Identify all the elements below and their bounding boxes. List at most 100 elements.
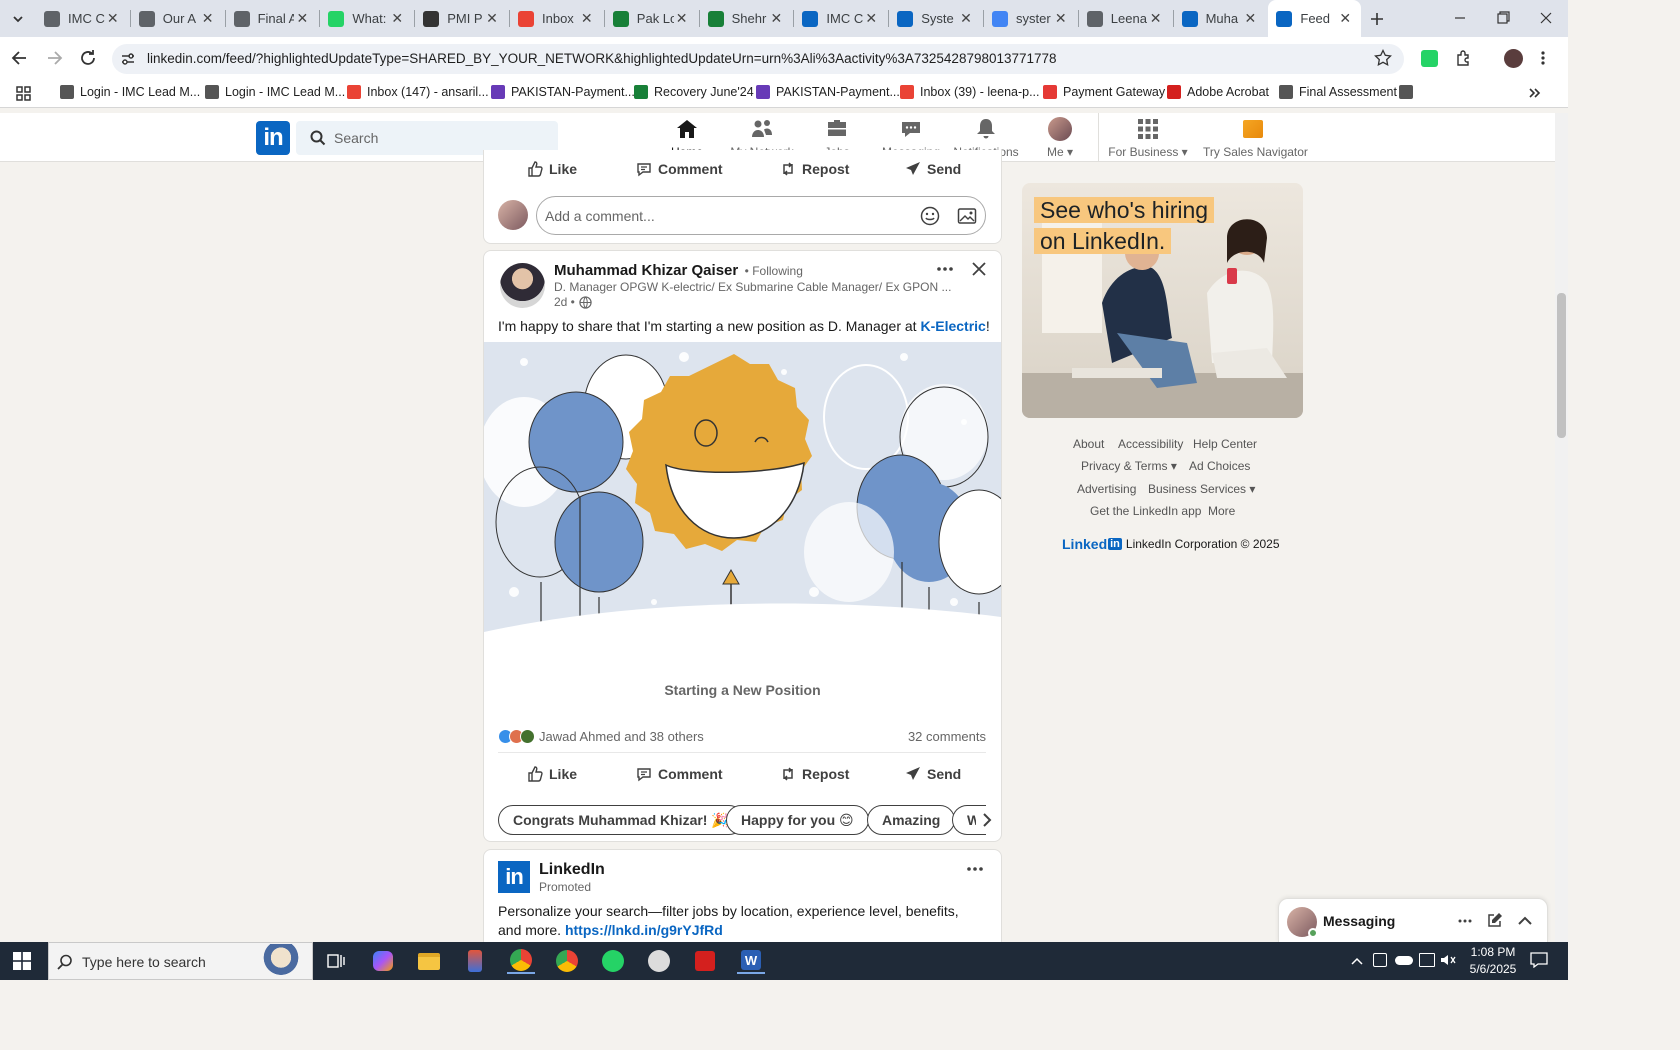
close-tab-icon[interactable]: ✕ bbox=[958, 10, 974, 27]
page-scrollbar[interactable] bbox=[1555, 113, 1568, 942]
browser-tab[interactable]: PMI P ✕ bbox=[415, 0, 508, 37]
bookmarks-overflow-icon[interactable] bbox=[1527, 86, 1541, 100]
browser-tab[interactable]: Our A ✕ bbox=[131, 0, 224, 37]
close-window-button[interactable] bbox=[1536, 10, 1556, 26]
promoted-options-button[interactable] bbox=[965, 862, 985, 874]
task-view-icon[interactable] bbox=[322, 948, 350, 974]
forward-button[interactable] bbox=[44, 48, 64, 68]
close-tab-icon[interactable]: ✕ bbox=[579, 10, 595, 27]
onedrive-icon[interactable] bbox=[1395, 956, 1413, 965]
tab-search-button[interactable] bbox=[8, 9, 28, 29]
tray-meet-icon[interactable] bbox=[1373, 953, 1387, 967]
close-tab-icon[interactable]: ✕ bbox=[105, 10, 121, 27]
company-link[interactable]: K-Electric bbox=[920, 318, 985, 334]
browser-tab[interactable]: Muha ✕ bbox=[1174, 0, 1267, 37]
bookmark-item[interactable]: Final Assessment bbox=[1279, 85, 1397, 99]
extensions-icon[interactable] bbox=[1455, 49, 1473, 67]
repost-button[interactable]: Repost bbox=[780, 766, 849, 782]
image-icon[interactable] bbox=[957, 206, 977, 226]
new-tab-button[interactable] bbox=[1366, 8, 1388, 30]
bookmark-item[interactable]: Recovery June'24 bbox=[634, 85, 754, 99]
chrome-profile-icon[interactable] bbox=[553, 948, 581, 974]
close-tab-icon[interactable]: ✕ bbox=[484, 10, 500, 27]
close-tab-icon[interactable]: ✕ bbox=[863, 10, 879, 27]
footer-advertising[interactable]: Advertising bbox=[1077, 482, 1136, 496]
browser-tab[interactable]: IMC C ✕ bbox=[794, 0, 887, 37]
close-tab-icon[interactable]: ✕ bbox=[1337, 10, 1353, 27]
start-button[interactable] bbox=[8, 948, 36, 974]
emoji-icon[interactable] bbox=[920, 206, 940, 226]
network-tray-icon[interactable] bbox=[1419, 953, 1435, 967]
file-explorer-icon[interactable] bbox=[415, 948, 443, 974]
browser-tab[interactable]: Final A ✕ bbox=[226, 0, 319, 37]
back-button[interactable] bbox=[10, 48, 30, 68]
prev-send-button[interactable]: Send bbox=[905, 161, 961, 177]
copilot-icon[interactable] bbox=[369, 948, 397, 974]
bookmark-item[interactable]: Login - IMC Lead M... bbox=[60, 85, 200, 99]
close-tab-icon[interactable]: ✕ bbox=[1148, 10, 1164, 27]
footer-accessibility[interactable]: Accessibility bbox=[1118, 437, 1183, 451]
footer-about[interactable]: About bbox=[1073, 437, 1104, 451]
dismiss-post-button[interactable] bbox=[971, 261, 987, 277]
promoted-name[interactable]: LinkedIn bbox=[539, 861, 605, 879]
chevron-up-icon[interactable] bbox=[1517, 914, 1533, 926]
tray-chevron-up-icon[interactable] bbox=[1350, 954, 1364, 966]
bookmark-star-button[interactable] bbox=[1374, 48, 1392, 67]
messaging-overlay[interactable]: Messaging bbox=[1278, 898, 1548, 942]
bookmark-feather-icon[interactable] bbox=[1399, 85, 1419, 99]
browser-tab[interactable]: IMC C ✕ bbox=[36, 0, 129, 37]
prev-like-button[interactable]: Like bbox=[527, 161, 577, 177]
post-image[interactable] bbox=[484, 342, 1001, 655]
author-avatar[interactable] bbox=[500, 263, 545, 308]
taskbar-time[interactable]: 1:08 PM bbox=[1462, 945, 1524, 959]
like-button[interactable]: Like bbox=[527, 766, 577, 782]
taskbar-date[interactable]: 5/6/2025 bbox=[1462, 962, 1524, 976]
bookmark-item[interactable]: Adobe Acrobat bbox=[1167, 85, 1269, 99]
close-tab-icon[interactable]: ✕ bbox=[1053, 10, 1069, 27]
volume-icon[interactable] bbox=[1440, 953, 1456, 967]
footer-ad-choices[interactable]: Ad Choices bbox=[1189, 459, 1250, 473]
more-vert-icon[interactable] bbox=[1540, 50, 1546, 66]
suggestion-amazing[interactable]: Amazing bbox=[867, 805, 956, 835]
taskbar-search[interactable]: Type here to search bbox=[48, 942, 313, 980]
browser-tab[interactable]: syster ✕ bbox=[984, 0, 1077, 37]
notification-center-icon[interactable] bbox=[1530, 952, 1548, 969]
whatsapp-extension-icon[interactable] bbox=[1421, 50, 1438, 67]
site-info-icon[interactable] bbox=[120, 51, 136, 67]
reload-button[interactable] bbox=[78, 48, 98, 68]
footer-more[interactable]: More bbox=[1208, 504, 1235, 518]
browser-tab[interactable]: Syste ✕ bbox=[889, 0, 982, 37]
browser-tab[interactable]: Pak Lo ✕ bbox=[605, 0, 698, 37]
taskbar-app-icon[interactable] bbox=[461, 948, 489, 974]
apps-grid-icon[interactable] bbox=[16, 86, 31, 101]
post-options-button[interactable] bbox=[935, 262, 955, 274]
bookmark-item[interactable]: Login - IMC Lead M... bbox=[205, 85, 345, 99]
profile-avatar[interactable] bbox=[1504, 49, 1523, 68]
reactions-count[interactable]: Jawad Ahmed and 38 others bbox=[539, 729, 704, 744]
taskbar-feather-icon[interactable] bbox=[645, 948, 673, 974]
suggestion-congrats[interactable]: Congrats Muhammad Khizar! 🎉 bbox=[498, 805, 744, 835]
suggestion-happy[interactable]: Happy for you 😊 bbox=[726, 805, 869, 835]
browser-tab[interactable]: What: ✕ bbox=[320, 0, 413, 37]
browser-tab[interactable]: Leena ✕ bbox=[1079, 0, 1172, 37]
footer-business-services[interactable]: Business Services ▾ bbox=[1148, 482, 1255, 496]
chrome-icon[interactable] bbox=[507, 948, 535, 974]
minimize-button[interactable] bbox=[1450, 10, 1470, 26]
url-text[interactable]: linkedin.com/feed/?highlightedUpdateType… bbox=[147, 51, 1057, 66]
bookmark-item[interactable]: PAKISTAN-Payment... bbox=[491, 85, 635, 99]
bookmark-item[interactable]: Inbox (147) - ansaril... bbox=[347, 85, 489, 99]
comment-button[interactable]: Comment bbox=[636, 766, 723, 782]
linkedin-logo[interactable]: in bbox=[256, 121, 290, 155]
prev-repost-button[interactable]: Repost bbox=[780, 161, 849, 177]
nav-me[interactable]: Me ▾ bbox=[1022, 117, 1098, 159]
close-tab-icon[interactable]: ✕ bbox=[389, 10, 405, 27]
comments-count[interactable]: 32 comments bbox=[880, 729, 986, 744]
promoted-logo[interactable]: in bbox=[498, 861, 530, 893]
bookmark-item[interactable]: PAKISTAN-Payment... bbox=[756, 85, 900, 99]
hiring-ad[interactable]: See who's hiring on LinkedIn. bbox=[1022, 183, 1303, 418]
author-name[interactable]: Muhammad Khizar Qaiser bbox=[554, 262, 738, 279]
browser-tab[interactable]: Inbox ✕ bbox=[510, 0, 603, 37]
word-icon[interactable]: W bbox=[737, 948, 765, 974]
footer-help-center[interactable]: Help Center bbox=[1193, 437, 1257, 451]
more-horizontal-icon[interactable] bbox=[1457, 916, 1473, 926]
